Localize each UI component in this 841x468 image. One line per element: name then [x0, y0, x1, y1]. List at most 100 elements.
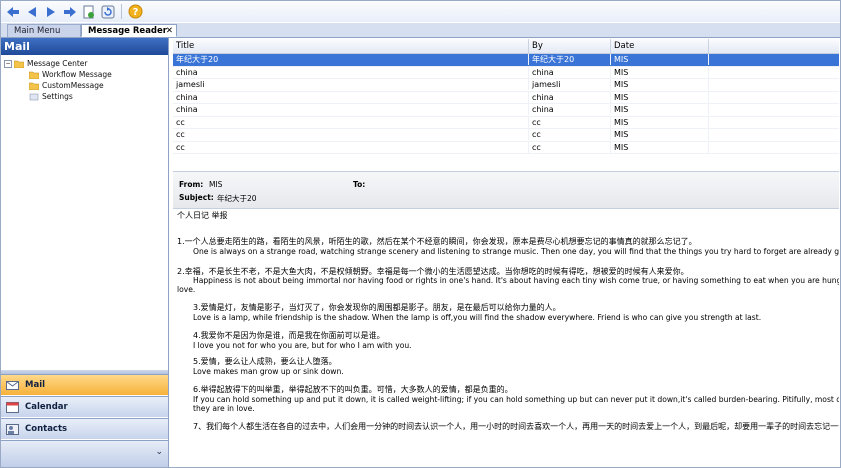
cell-title: china	[173, 104, 529, 115]
tab-label: Main Menu	[14, 26, 61, 36]
cell-by: china	[529, 104, 611, 115]
subject-label: Subject:	[179, 193, 214, 202]
nav-button-label: Mail	[25, 380, 46, 390]
folder-tree: − Message Center Workflow Message Custom…	[1, 55, 168, 365]
cell-title: cc	[173, 116, 529, 128]
column-header-by[interactable]: By	[529, 39, 611, 53]
column-header-date[interactable]: Date	[611, 39, 709, 53]
contacts-icon	[6, 423, 19, 435]
app-window: ? Main Menu Message Reader ✕ Mail − Mess…	[0, 0, 841, 468]
from-value: MIS	[209, 180, 223, 189]
table-row[interactable]: cc cc MIS	[173, 129, 839, 142]
cell-date: MIS	[611, 54, 709, 65]
tab-message-reader[interactable]: Message Reader ✕	[81, 24, 177, 37]
folder-icon	[14, 60, 24, 68]
body-line: Happiness is not about being immortal no…	[193, 276, 839, 285]
cell-title: china	[173, 66, 529, 78]
table-row[interactable]: china china MIS	[173, 104, 839, 117]
play-icon[interactable]	[43, 4, 59, 20]
table-row[interactable]: china china MIS	[173, 66, 839, 79]
tree-item-settings[interactable]: Settings	[29, 91, 73, 102]
body-line: One is always on a strange road, watchin…	[193, 247, 839, 256]
refresh-icon[interactable]	[100, 4, 116, 20]
nav-button-calendar[interactable]: Calendar	[1, 396, 168, 417]
tab-strip: Main Menu Message Reader ✕	[1, 23, 840, 38]
folder-icon	[29, 82, 39, 90]
cell-title: cc	[173, 129, 529, 140]
body-line: love.	[177, 285, 196, 294]
table-row[interactable]: cc cc MIS	[173, 116, 839, 129]
cell-by: cc	[529, 116, 611, 128]
settings-icon	[29, 93, 39, 100]
column-header-title[interactable]: Title	[173, 39, 529, 53]
toolbar: ?	[1, 1, 840, 22]
body-line: they are in love.	[193, 404, 255, 413]
table-row[interactable]: cc cc MIS	[173, 141, 839, 154]
document-icon[interactable]	[81, 4, 97, 20]
cell-by: cc	[529, 141, 611, 153]
nav-button-mail[interactable]: Mail	[1, 374, 168, 395]
forward-icon[interactable]	[62, 4, 78, 20]
body-line: Love makes man grow up or sink down.	[193, 367, 344, 376]
cell-date: MIS	[611, 66, 709, 78]
cell-by: jamesli	[529, 79, 611, 90]
folder-icon	[29, 71, 39, 79]
tree-item-label: Message Center	[27, 59, 88, 68]
tree-item-label: CustomMessage	[42, 81, 104, 90]
previous-icon[interactable]	[24, 4, 40, 20]
cell-title: cc	[173, 141, 529, 153]
cell-title: 年纪大于20	[173, 54, 529, 65]
body-line: 7、我们每个人都生活在各自的过去中，人们会用一分钟的时间去认识一个人，用一小时的…	[193, 422, 839, 431]
navigation-pane: Mail − Message Center Workflow Message C…	[1, 38, 169, 467]
expand-icon[interactable]: −	[4, 59, 12, 68]
body-line: Love is a lamp, while friendship is the …	[193, 313, 762, 322]
cell-by: china	[529, 66, 611, 78]
body-line: 6.举得起放得下的叫举重，举得起放不下的叫负重。可惜，大多数人的爱情，都是负重的…	[193, 385, 513, 394]
tree-item-label: Workflow Message	[42, 70, 112, 79]
chevron-down-icon[interactable]: ⌄	[155, 447, 163, 457]
cell-title: china	[173, 91, 529, 103]
cell-date: MIS	[611, 141, 709, 153]
body-line: 2.幸福，不是长生不老，不是大鱼大肉，不是权倾朝野。幸福是每一个微小的生活愿望达…	[177, 267, 689, 276]
message-body: 个人日记 举报 1.一个人总要走陌生的路，看陌生的风景，听陌生的歌，然后在某个不…	[173, 209, 839, 467]
mail-icon	[6, 380, 19, 390]
svg-text:?: ?	[132, 7, 138, 18]
cell-by: china	[529, 91, 611, 103]
tab-main-menu[interactable]: Main Menu	[7, 24, 81, 37]
grid-rows: 年纪大于20 年纪大于20 MIS china china MIS jamesl…	[173, 54, 839, 154]
cell-date: MIS	[611, 129, 709, 140]
body-line: 3.爱情是灯，友情是影子，当灯灭了，你会发现你的周围都是影子。朋友，是在最后可以…	[193, 303, 561, 312]
cell-by: cc	[529, 129, 611, 140]
cell-date: MIS	[611, 91, 709, 103]
tree-item-workflow-message[interactable]: Workflow Message	[29, 69, 112, 80]
pane-title: Mail	[1, 38, 168, 55]
nav-overflow-bar: ⌄	[1, 440, 168, 467]
from-label: From:	[179, 180, 204, 189]
to-label: To:	[353, 180, 366, 189]
cell-title: jamesli	[173, 79, 529, 90]
help-icon[interactable]: ?	[127, 4, 143, 20]
nav-button-label: Calendar	[25, 402, 68, 412]
body-line: 个人日记 举报	[177, 211, 228, 220]
table-row[interactable]: china china MIS	[173, 91, 839, 104]
body-line: 5.爱情，要么让人成熟，要么让人堕落。	[193, 357, 337, 366]
cell-date: MIS	[611, 116, 709, 128]
grid-header: Title By Date	[173, 39, 839, 54]
subject-value: 年纪大于20	[217, 194, 257, 203]
tree-item-label: Settings	[42, 92, 73, 101]
cell-date: MIS	[611, 104, 709, 115]
body-line: 4.我爱你不是因为你是谁，而是我在你面前可以是谁。	[193, 331, 385, 340]
calendar-icon	[6, 401, 19, 413]
close-icon[interactable]: ✕	[166, 25, 173, 38]
body-line: 1.一个人总要走陌生的路，看陌生的风景，听陌生的歌，然后在某个不经意的瞬间，你会…	[177, 237, 697, 246]
message-header: From: MIS To: Subject: 年纪大于20	[173, 171, 839, 209]
nav-button-contacts[interactable]: Contacts	[1, 418, 168, 439]
tab-label: Message Reader	[88, 26, 167, 36]
table-row[interactable]: 年纪大于20 年纪大于20 MIS	[173, 54, 839, 67]
tree-item-custom-message[interactable]: CustomMessage	[29, 80, 104, 91]
cell-date: MIS	[611, 79, 709, 90]
body-line: If you can hold something up and put it …	[193, 395, 839, 404]
table-row[interactable]: jamesli jamesli MIS	[173, 79, 839, 92]
tree-item-message-center[interactable]: − Message Center	[4, 58, 88, 69]
back-icon[interactable]	[5, 4, 21, 20]
